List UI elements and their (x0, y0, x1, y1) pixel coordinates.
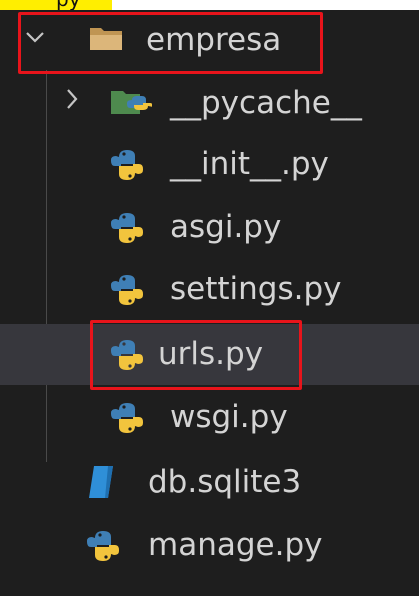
python-icon (111, 150, 143, 180)
python-icon (111, 213, 143, 243)
python-icon (111, 340, 143, 370)
file-label-db: db.sqlite3 (148, 464, 302, 500)
file-row-settings[interactable]: settings.py (0, 260, 419, 321)
file-label-pycache: __pycache__ (170, 85, 362, 121)
python-icon (87, 531, 119, 561)
file-row-manage[interactable]: manage.py (0, 516, 419, 577)
file-label-init: __init__.py (170, 146, 329, 182)
folder-row-pycache[interactable]: __pycache__ (0, 74, 419, 135)
database-file-icon (89, 466, 113, 498)
folder-python-icon (111, 91, 152, 114)
file-row-init[interactable]: __init__.py (0, 135, 419, 196)
chevron-down-icon[interactable] (26, 31, 44, 43)
file-label-urls: urls.py (158, 336, 264, 372)
file-row-asgi[interactable]: asgi.py (0, 198, 419, 259)
python-icon (111, 275, 143, 305)
file-label-empresa: empresa (146, 22, 282, 58)
file-row-urls[interactable]: urls.py (0, 324, 419, 385)
file-label-asgi: asgi.py (170, 209, 282, 245)
file-explorer: empresa __pycache__ __init__.py asgi.py … (0, 10, 419, 596)
file-label-manage: manage.py (148, 527, 323, 563)
folder-row-empresa[interactable]: empresa (0, 13, 419, 74)
top-strip-text: py (56, 0, 81, 10)
file-row-db[interactable]: db.sqlite3 (0, 453, 419, 514)
python-icon (111, 403, 143, 433)
file-row-wsgi[interactable]: wsgi.py (0, 388, 419, 449)
top-highlight-strip: py (0, 0, 419, 10)
chevron-right-icon[interactable] (66, 88, 78, 110)
file-label-wsgi: wsgi.py (170, 399, 288, 435)
file-label-settings: settings.py (170, 271, 342, 307)
folder-open-icon (90, 28, 122, 50)
